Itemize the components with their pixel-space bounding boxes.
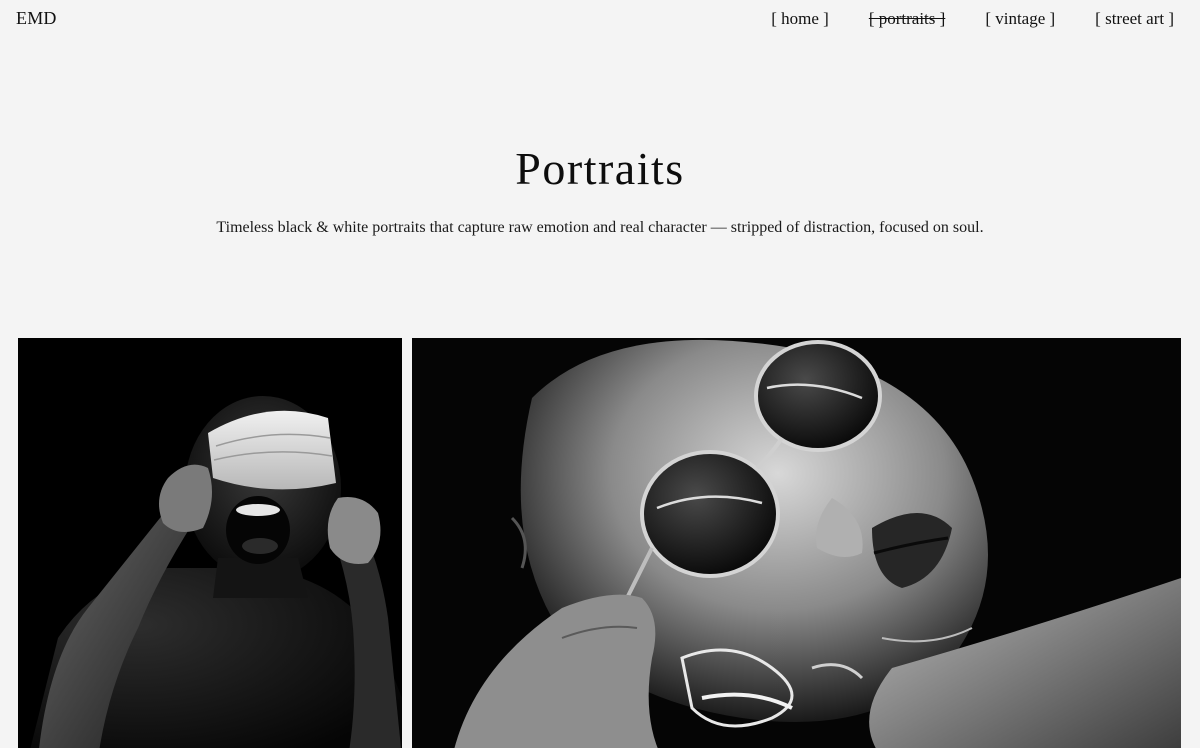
portrait-photo-masked-man[interactable] bbox=[18, 338, 402, 748]
nav-item-street-art[interactable]: [ street art ] bbox=[1095, 9, 1174, 29]
nav-item-portraits[interactable]: [ portraits ] bbox=[869, 9, 945, 29]
portrait-photo-sunglasses-woman[interactable] bbox=[412, 338, 1181, 748]
page-subtitle: Timeless black & white portraits that ca… bbox=[216, 219, 984, 236]
main-nav: [ home ] [ portraits ] [ vintage ] [ str… bbox=[771, 9, 1174, 29]
site-logo[interactable]: EMD bbox=[16, 8, 57, 29]
page-title: Portraits bbox=[515, 143, 685, 194]
sunglasses-woman-image bbox=[412, 338, 1181, 748]
nav-item-home[interactable]: [ home ] bbox=[771, 9, 829, 29]
nav-item-vintage[interactable]: [ vintage ] bbox=[985, 9, 1055, 29]
masked-man-image bbox=[18, 338, 402, 748]
